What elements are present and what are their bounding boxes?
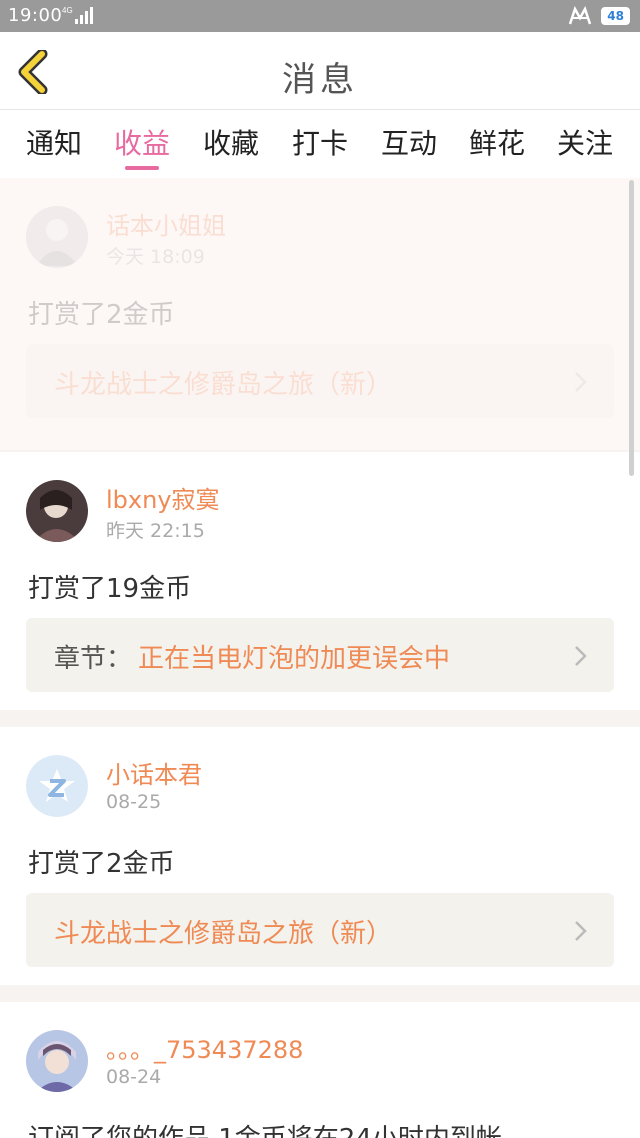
username[interactable]: 。。。_753437288 bbox=[106, 1030, 303, 1065]
status-time: 19:00 bbox=[8, 5, 63, 26]
message-text: 打赏了2金币 bbox=[28, 300, 175, 330]
message-text: 订阅了您的作品,1金币将在24小时内到帐 bbox=[28, 1118, 502, 1138]
avatar[interactable] bbox=[26, 480, 88, 542]
message-text: 打赏了2金币 bbox=[28, 849, 175, 879]
tab-favorites[interactable]: 收藏 bbox=[203, 122, 259, 162]
message-card[interactable]: 小话本君 08-25 打赏了2金币 斗龙战士之修爵岛之旅（新） bbox=[0, 727, 640, 985]
message-time: 08-24 bbox=[106, 1066, 162, 1088]
work-title: 斗龙战士之修爵岛之旅（新） bbox=[54, 919, 393, 949]
network-type: 4G bbox=[62, 6, 73, 15]
avatar[interactable] bbox=[26, 206, 88, 268]
chevron-right-icon bbox=[575, 646, 587, 666]
tab-flowers[interactable]: 鲜花 bbox=[469, 122, 525, 162]
chapter-link[interactable]: 章节： 正在当电灯泡的加更误会中 bbox=[26, 618, 614, 692]
work-link[interactable]: 斗龙战士之修爵岛之旅（新） bbox=[26, 344, 614, 418]
message-card[interactable]: 。。。_753437288 08-24 订阅了您的作品,1金币将在24小时内到帐 bbox=[0, 1002, 640, 1138]
official-logo-icon bbox=[26, 755, 88, 817]
signal-icon: 4G bbox=[62, 6, 93, 24]
username[interactable]: 小话本君 bbox=[106, 755, 202, 790]
nav-bar: 消息 bbox=[0, 32, 640, 110]
tab-notifications[interactable]: 通知 bbox=[26, 122, 82, 162]
status-bar: 19:00 4G 48 bbox=[0, 0, 640, 32]
message-time: 08-25 bbox=[106, 791, 162, 813]
username[interactable]: 话本小姐姐 bbox=[106, 206, 226, 241]
message-card[interactable]: lbxny寂寞 昨天 22:15 打赏了19金币 章节： 正在当电灯泡的加更误会… bbox=[0, 452, 640, 710]
page-title: 消息 bbox=[282, 60, 358, 100]
avatar[interactable] bbox=[26, 755, 88, 817]
tab-interactions[interactable]: 互动 bbox=[381, 122, 437, 162]
battery-indicator: 48 bbox=[601, 7, 630, 25]
tab-earnings[interactable]: 收益 bbox=[114, 122, 170, 162]
scrollbar[interactable] bbox=[629, 180, 634, 476]
chevron-right-icon bbox=[575, 921, 587, 941]
work-link[interactable]: 斗龙战士之修爵岛之旅（新） bbox=[26, 893, 614, 967]
avatar-image-icon bbox=[26, 480, 88, 542]
active-tab-indicator bbox=[125, 166, 159, 170]
chapter-title: 正在当电灯泡的加更误会中 bbox=[138, 644, 451, 674]
tab-checkin[interactable]: 打卡 bbox=[292, 122, 348, 162]
tab-following[interactable]: 关注 bbox=[557, 122, 613, 162]
message-card[interactable]: 话本小姐姐 今天 18:09 打赏了2金币 斗龙战士之修爵岛之旅（新） bbox=[0, 178, 640, 450]
message-time: 今天 18:09 bbox=[106, 246, 205, 268]
avatar[interactable] bbox=[26, 1030, 88, 1092]
message-time: 昨天 22:15 bbox=[106, 520, 205, 542]
tab-bar: 通知 收益 收藏 打卡 互动 鲜花 关注 bbox=[0, 110, 640, 178]
avatar-image-icon bbox=[26, 206, 88, 268]
work-title: 斗龙战士之修爵岛之旅（新） bbox=[54, 370, 393, 400]
message-text: 打赏了19金币 bbox=[28, 574, 192, 604]
username[interactable]: lbxny寂寞 bbox=[106, 480, 220, 515]
chevron-right-icon bbox=[575, 372, 587, 392]
avatar-image-icon bbox=[26, 1030, 88, 1092]
game-mode-icon bbox=[569, 6, 592, 25]
chapter-label: 章节： bbox=[54, 644, 133, 674]
